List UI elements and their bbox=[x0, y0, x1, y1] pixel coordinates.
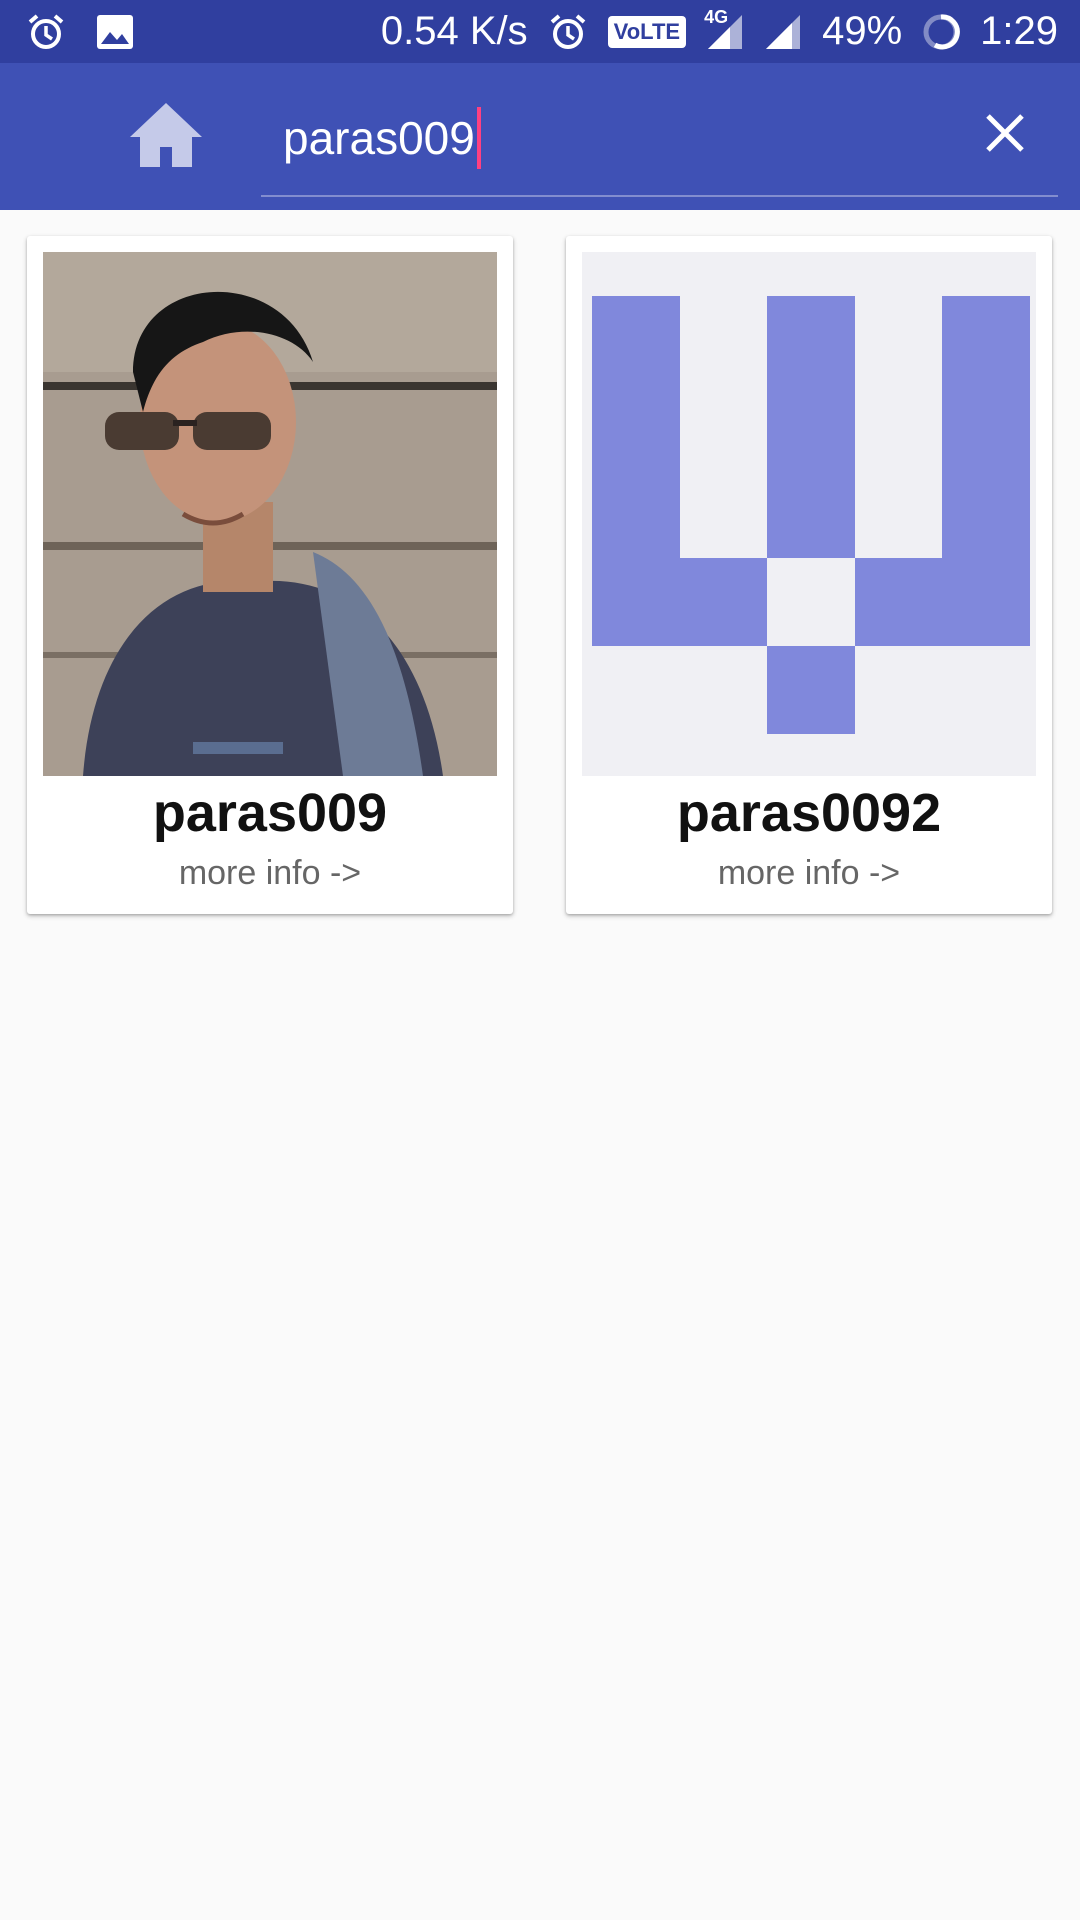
avatar bbox=[43, 252, 497, 776]
battery-percent: 49% bbox=[822, 9, 903, 53]
status-bar: 0.54 K/s VoLTE 4G 49% 1:29 bbox=[0, 0, 1080, 63]
clock: 1:29 bbox=[980, 9, 1058, 53]
signal-icon: 4G bbox=[704, 7, 744, 51]
username: paras009 bbox=[152, 783, 388, 843]
app-bar: paras009 bbox=[0, 63, 1080, 210]
clear-search-button[interactable] bbox=[980, 108, 1030, 158]
search-input[interactable]: paras009 bbox=[283, 107, 481, 173]
home-icon bbox=[130, 103, 202, 167]
search-field[interactable]: paras009 bbox=[261, 105, 1058, 197]
username: paras0092 bbox=[676, 783, 942, 843]
more-info-link[interactable]: more info -> bbox=[27, 854, 513, 893]
home-button[interactable] bbox=[128, 101, 204, 169]
text-caret bbox=[476, 107, 481, 169]
network-type: 4G bbox=[704, 6, 729, 27]
close-icon bbox=[986, 114, 1024, 152]
result-card[interactable]: paras0092 more info -> bbox=[566, 236, 1052, 914]
alarm-icon bbox=[26, 12, 66, 52]
signal-icon bbox=[764, 13, 802, 51]
battery-icon bbox=[922, 13, 961, 51]
identicon-avatar bbox=[582, 252, 1036, 776]
alarm-icon bbox=[548, 12, 588, 52]
more-info-link[interactable]: more info -> bbox=[566, 854, 1052, 893]
volte-badge: VoLTE bbox=[607, 15, 687, 48]
net-speed: 0.54 K/s bbox=[380, 9, 528, 53]
image-notification-icon bbox=[96, 14, 134, 50]
result-card[interactable]: paras009 more info -> bbox=[27, 236, 513, 914]
